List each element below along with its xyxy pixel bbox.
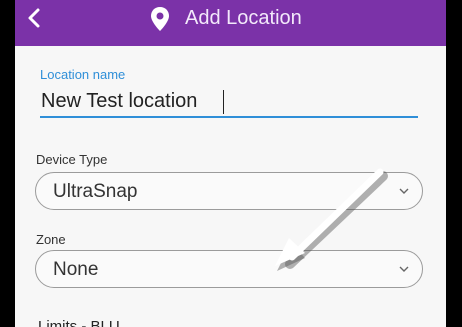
device-type-label: Device Type [36, 152, 108, 167]
zone-label: Zone [36, 232, 66, 247]
app-bar: Add Location [15, 0, 446, 46]
add-location-screen: Add Location Location name Device Type U… [15, 0, 446, 327]
chevron-down-icon [399, 188, 409, 194]
limits-label: Limits - BLU [38, 318, 120, 327]
map-pin-icon [151, 7, 169, 31]
location-name-input[interactable] [40, 86, 418, 118]
zone-select[interactable]: None [35, 250, 423, 288]
device-type-value: UltraSnap [53, 181, 138, 202]
zone-value: None [53, 259, 99, 280]
page-title: Add Location [185, 7, 302, 29]
device-type-select[interactable]: UltraSnap [35, 172, 423, 210]
location-name-label: Location name [40, 67, 126, 82]
text-caret [223, 90, 224, 114]
chevron-down-icon [399, 266, 409, 272]
back-icon[interactable] [23, 4, 45, 32]
